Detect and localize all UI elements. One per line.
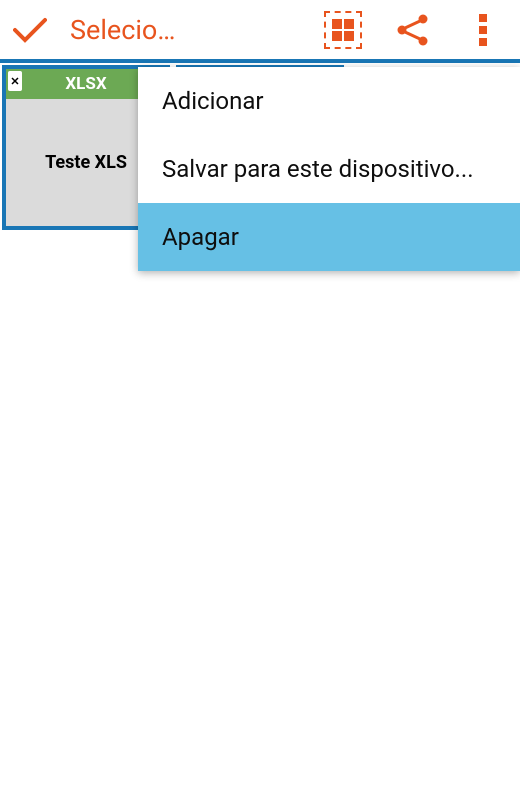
share-button[interactable] — [385, 10, 440, 50]
menu-item-add[interactable]: Adicionar — [138, 67, 520, 135]
check-icon — [13, 17, 47, 43]
more-vertical-icon — [478, 12, 488, 48]
close-icon[interactable]: ✕ — [8, 71, 22, 91]
menu-item-save[interactable]: Salvar para este dispositivo... — [138, 135, 520, 203]
file-type-label: XLSX — [65, 74, 106, 94]
grid-view-button[interactable] — [315, 10, 370, 50]
confirm-button[interactable] — [10, 10, 50, 50]
grid-icon — [324, 11, 362, 49]
menu-item-delete[interactable]: Apagar — [138, 203, 520, 271]
context-menu: Adicionar Salvar para este dispositivo..… — [138, 67, 520, 271]
more-options-button[interactable] — [455, 10, 510, 50]
share-icon — [395, 12, 431, 48]
page-title: Selecionado… — [70, 14, 185, 46]
app-header: Selecionado… — [0, 0, 520, 63]
